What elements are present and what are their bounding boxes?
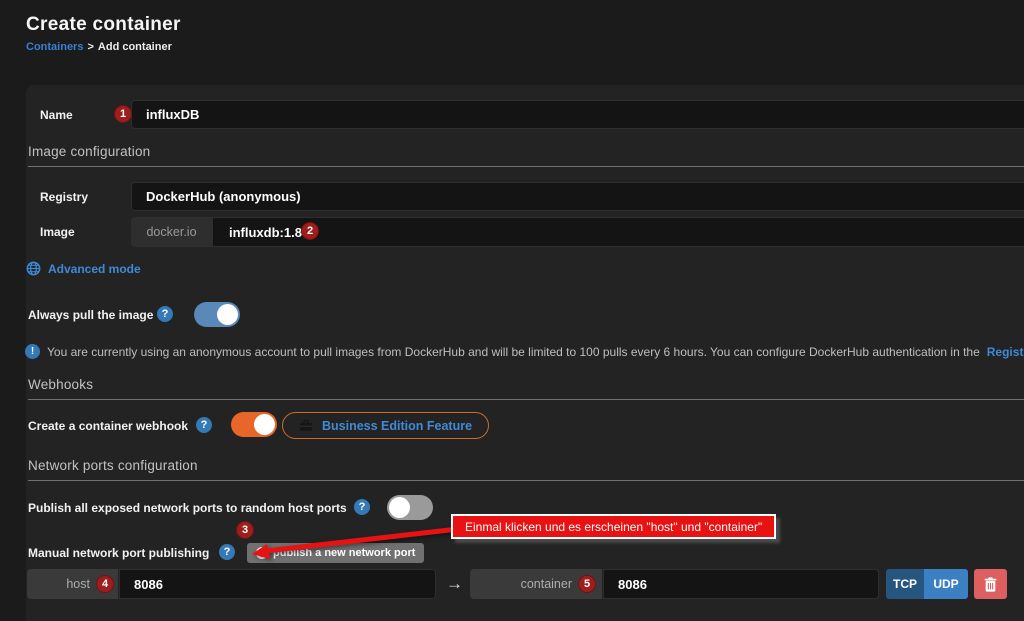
- tcp-button[interactable]: TCP: [886, 569, 924, 599]
- page-title: Create container: [26, 14, 181, 36]
- create-container-page: Create container Containers > Add contai…: [0, 0, 1024, 621]
- name-label: Name: [40, 108, 73, 122]
- port-mapping-arrow-icon: →: [446, 574, 463, 594]
- publish-all-help-icon[interactable]: ?: [354, 499, 370, 515]
- business-edition-label: Business Edition Feature: [322, 419, 472, 433]
- section-title-image-configuration: Image configuration: [28, 144, 1024, 167]
- plus-icon: [256, 547, 268, 559]
- host-step-badge: 4: [96, 575, 114, 593]
- registry-label: Registry: [40, 190, 88, 204]
- image-registry-addon: docker.io: [131, 217, 212, 247]
- globe-icon: [26, 261, 41, 276]
- advanced-mode-link[interactable]: Advanced mode: [26, 261, 141, 276]
- container-label: container: [521, 577, 572, 591]
- container-port-input[interactable]: [603, 569, 879, 599]
- manual-publishing-label: Manual network port publishing: [28, 546, 209, 560]
- webhook-help-icon[interactable]: ?: [196, 417, 212, 433]
- section-title-webhooks: Webhooks: [28, 377, 1024, 400]
- webhook-toggle[interactable]: [231, 412, 277, 437]
- manual-publishing-help-icon[interactable]: ?: [219, 544, 235, 560]
- host-label: host: [66, 577, 90, 591]
- host-port-addon: host 4: [27, 569, 118, 599]
- delete-port-button[interactable]: [974, 569, 1007, 599]
- pull-limit-text: You are currently using an anonymous acc…: [47, 345, 980, 359]
- breadcrumb: Containers > Add container: [26, 41, 172, 53]
- udp-button[interactable]: UDP: [924, 569, 968, 599]
- always-pull-label: Always pull the image: [28, 308, 153, 322]
- pull-limit-info: ! You are currently using an anonymous a…: [25, 344, 1024, 359]
- name-step-badge: 1: [114, 105, 132, 123]
- publish-all-toggle[interactable]: [387, 495, 433, 520]
- publish-all-label: Publish all exposed network ports to ran…: [28, 501, 347, 515]
- publish-port-button[interactable]: publish a new network port: [247, 543, 424, 563]
- info-icon: !: [25, 344, 40, 359]
- host-port-input[interactable]: [119, 569, 436, 599]
- always-pull-help-icon[interactable]: ?: [157, 306, 173, 322]
- manual-step-badge: 3: [236, 521, 254, 539]
- breadcrumb-containers-link[interactable]: Containers: [26, 41, 83, 53]
- name-input[interactable]: [131, 100, 1024, 129]
- publish-port-button-label: publish a new network port: [273, 547, 415, 559]
- container-port-addon: container 5: [470, 569, 602, 599]
- breadcrumb-separator: >: [87, 41, 93, 53]
- trash-icon: [984, 577, 997, 592]
- business-edition-badge[interactable]: Business Edition Feature: [282, 412, 489, 439]
- advanced-mode-label: Advanced mode: [48, 262, 141, 276]
- breadcrumb-current: Add container: [98, 41, 172, 53]
- image-step-badge: 2: [301, 222, 319, 240]
- webhook-label: Create a container webhook: [28, 419, 188, 433]
- always-pull-toggle[interactable]: [194, 302, 240, 327]
- registry-select[interactable]: DockerHub (anonymous): [131, 182, 1024, 211]
- registries-link[interactable]: Registries: [987, 345, 1024, 359]
- briefcase-icon: [299, 419, 313, 432]
- section-title-network-ports: Network ports configuration: [28, 458, 1024, 481]
- image-input[interactable]: [212, 217, 1024, 247]
- image-label: Image: [40, 225, 75, 239]
- annotation-callout: Einmal klicken und es erscheinen "host" …: [451, 514, 776, 539]
- container-step-badge: 5: [578, 575, 596, 593]
